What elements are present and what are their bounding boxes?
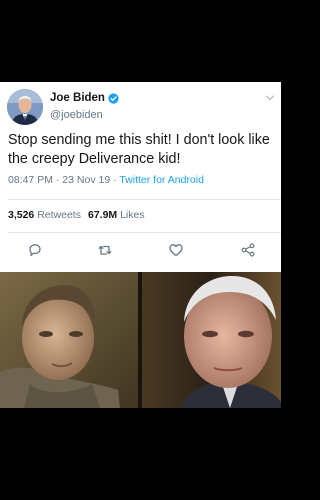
reply-button[interactable] <box>27 242 43 258</box>
reply-icon <box>29 244 41 257</box>
meme-photo-image <box>0 272 281 408</box>
verified-badge-icon <box>108 92 119 104</box>
avatar-image <box>7 89 43 125</box>
retweets-stat[interactable]: 3,526 Retweets <box>8 209 81 221</box>
meme-photo <box>0 272 281 408</box>
retweet-icon <box>98 245 112 255</box>
share-icon <box>241 243 255 257</box>
author-name-row: Joe Biden <box>50 92 119 104</box>
tweet-source-link[interactable]: Twitter for Android <box>119 174 204 186</box>
likes-count: 67.9M <box>87 209 118 221</box>
tweet-date: 23 Nov 19 <box>62 174 111 186</box>
retweets-count: 3,526 <box>8 209 35 221</box>
like-button[interactable] <box>168 242 184 258</box>
avatar[interactable] <box>7 89 43 125</box>
divider <box>8 199 281 200</box>
tweet-card[interactable]: Joe Biden @joebiden Stop sending me this… <box>0 82 281 272</box>
retweet-button[interactable] <box>97 242 113 258</box>
tweet-time: 08:47 PM <box>8 174 53 186</box>
meta-separator: · <box>113 174 117 186</box>
author-handle[interactable]: @joebiden <box>50 109 103 121</box>
tweet-actions <box>0 240 281 262</box>
tweet-stats: 3,526 Retweets 67.9M Likes <box>8 209 145 221</box>
divider <box>8 232 281 233</box>
share-button[interactable] <box>240 242 256 258</box>
tweet-text: Stop sending me this shit! I don't look … <box>8 132 270 167</box>
likes-stat[interactable]: 67.9M Likes <box>88 209 145 221</box>
retweets-label: Retweets <box>37 209 81 221</box>
likes-label: Likes <box>120 209 145 221</box>
chevron-down-icon[interactable] <box>265 94 275 102</box>
author-display-name[interactable]: Joe Biden <box>50 92 105 104</box>
heart-icon <box>169 244 183 257</box>
meta-separator: · <box>55 174 60 186</box>
tweet-meta: 08:47 PM · 23 Nov 19 · Twitter for Andro… <box>8 174 204 186</box>
screenshot-page: Joe Biden @joebiden Stop sending me this… <box>0 0 281 500</box>
